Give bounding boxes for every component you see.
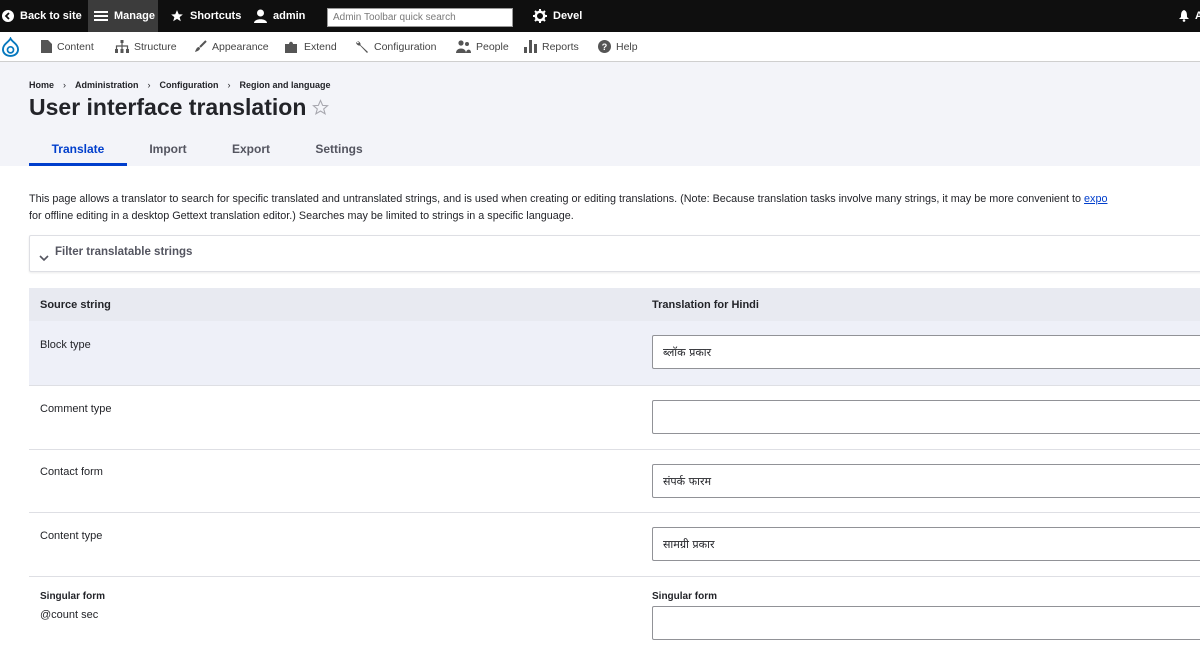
- puzzle-icon: [285, 41, 297, 53]
- svg-text:?: ?: [602, 42, 608, 52]
- translation-input[interactable]: ब्लॉक प्रकार: [652, 335, 1200, 369]
- user-tab[interactable]: admin: [254, 0, 305, 32]
- gear-icon: [533, 9, 547, 23]
- bar-chart-icon: [524, 40, 537, 53]
- translation-singular-label: Singular form: [652, 591, 718, 602]
- table-row: Block type ब्लॉक प्रकार: [29, 321, 1200, 386]
- manage-label: Manage: [114, 10, 155, 22]
- source-string: Contact form: [40, 466, 103, 478]
- tray-appearance[interactable]: Appearance: [194, 32, 269, 61]
- star-icon: [170, 9, 184, 23]
- tray-configuration-label: Configuration: [374, 40, 437, 53]
- breadcrumb: Home › Administration › Configuration › Region…: [29, 80, 331, 90]
- user-label: admin: [273, 10, 306, 22]
- menu-icon: [94, 10, 108, 22]
- tray-extend-label: Extend: [304, 40, 337, 53]
- breadcrumb-region-language[interactable]: Region and language: [240, 80, 331, 90]
- tray-people[interactable]: People: [456, 32, 509, 61]
- table-row: Contact form संपर्क फारम: [29, 450, 1200, 513]
- tray-appearance-label: Appearance: [212, 40, 269, 53]
- user-icon: [254, 9, 267, 23]
- column-source-string: Source string: [40, 299, 111, 311]
- tray-structure-label: Structure: [134, 40, 177, 53]
- breadcrumb-home[interactable]: Home: [29, 80, 54, 90]
- toolbar-search-input[interactable]: Admin Toolbar quick search: [327, 8, 513, 27]
- toolbar-right-label: A: [1195, 10, 1200, 22]
- description-line-1: This page allows a translator to search …: [29, 193, 1085, 205]
- toolbar-right-item[interactable]: A: [1179, 0, 1200, 32]
- wrench-icon: [356, 40, 368, 53]
- admin-toolbar: Back to site Manage Shortcuts admin Admi…: [0, 0, 1200, 32]
- tray-structure[interactable]: Structure: [115, 32, 177, 61]
- devel-label: Devel: [553, 10, 583, 22]
- tray-help-label: Help: [616, 40, 638, 53]
- table-row: Comment type: [29, 386, 1200, 450]
- page-description: This page allows a translator to search …: [29, 191, 1200, 225]
- tray-reports[interactable]: Reports: [524, 32, 579, 61]
- translation-input[interactable]: [652, 606, 1200, 640]
- tab-settings[interactable]: Settings: [309, 138, 369, 166]
- tray-people-label: People: [476, 40, 509, 53]
- bell-icon: [1179, 10, 1189, 22]
- back-arrow-icon: [2, 10, 14, 22]
- tray-content-label: Content: [57, 40, 94, 53]
- table-row: Content type सामग्री प्रकार: [29, 513, 1200, 577]
- table-row-plural: Singular form @count sec Singular form: [29, 577, 1200, 653]
- favorite-star-icon[interactable]: [312, 99, 329, 121]
- translation-input[interactable]: सामग्री प्रकार: [652, 527, 1200, 561]
- manage-tab[interactable]: Manage: [88, 0, 158, 32]
- drupal-logo-icon[interactable]: [2, 32, 24, 61]
- breadcrumb-separator: ›: [63, 80, 67, 90]
- chevron-down-icon: [39, 249, 49, 267]
- source-string: Comment type: [40, 403, 112, 415]
- file-icon: [41, 40, 52, 53]
- breadcrumb-configuration[interactable]: Configuration: [160, 80, 219, 90]
- tab-translate[interactable]: Translate: [29, 138, 127, 166]
- back-to-site-label: Back to site: [20, 10, 82, 22]
- source-string: Content type: [40, 530, 103, 542]
- source-string: Block type: [40, 339, 91, 351]
- translation-input[interactable]: [652, 400, 1200, 434]
- breadcrumb-separator: ›: [227, 80, 231, 90]
- singular-form-label: Singular form: [40, 591, 106, 602]
- export-link[interactable]: expo: [1084, 193, 1107, 205]
- table-header: Source string Translation for Hindi: [29, 288, 1200, 321]
- page-title: User interface translation: [29, 94, 307, 120]
- people-icon: [456, 40, 471, 53]
- translation-input[interactable]: संपर्क फारम: [652, 464, 1200, 498]
- devel-tab[interactable]: Devel: [533, 0, 582, 32]
- help-icon: ?: [598, 40, 611, 53]
- description-line-2: for offline editing in a desktop Gettext…: [29, 210, 574, 222]
- back-to-site-link[interactable]: Back to site: [2, 0, 82, 32]
- sitemap-icon: [115, 40, 129, 53]
- filter-label: Filter translatable strings: [55, 246, 193, 258]
- tab-import[interactable]: Import: [139, 138, 197, 166]
- tray-configuration[interactable]: Configuration: [355, 32, 436, 61]
- shortcuts-tab[interactable]: Shortcuts: [170, 0, 241, 32]
- tray-extend[interactable]: Extend: [285, 32, 337, 61]
- source-string: @count sec: [40, 609, 99, 621]
- tray-help[interactable]: ? Help: [598, 32, 638, 61]
- breadcrumb-separator: ›: [147, 80, 151, 90]
- tray-content[interactable]: Content: [41, 32, 94, 61]
- tray-reports-label: Reports: [542, 40, 579, 53]
- filter-details[interactable]: Filter translatable strings: [29, 235, 1200, 272]
- tab-export[interactable]: Export: [222, 138, 280, 166]
- column-translation: Translation for Hindi: [652, 299, 759, 311]
- shortcuts-label: Shortcuts: [190, 10, 242, 22]
- breadcrumb-administration[interactable]: Administration: [75, 80, 139, 90]
- paintbrush-icon: [195, 40, 207, 52]
- admin-tray: Content Structure Appearance Extend Conf…: [0, 32, 1200, 62]
